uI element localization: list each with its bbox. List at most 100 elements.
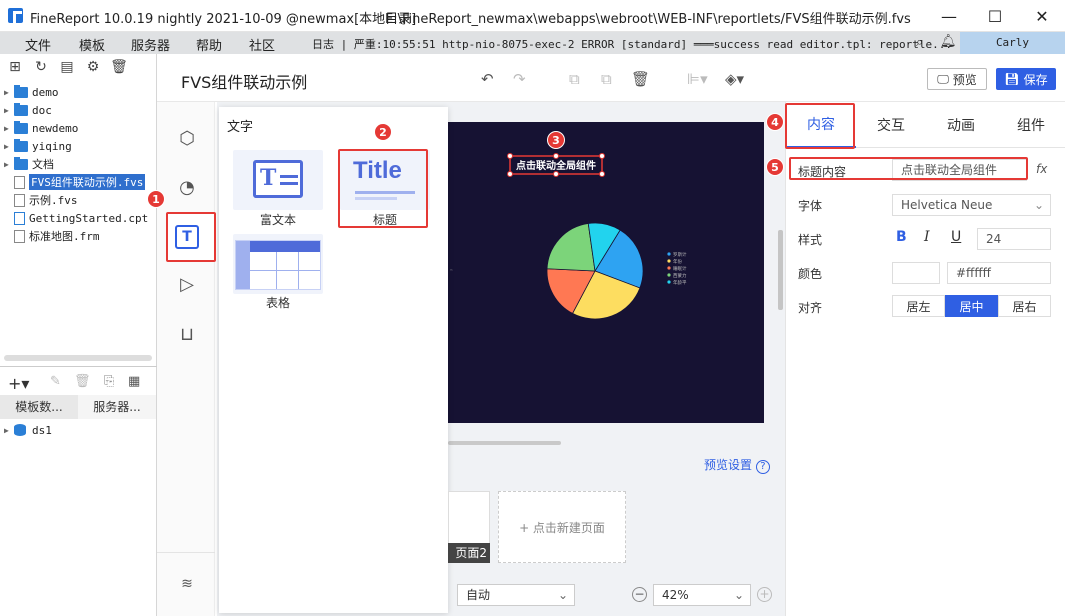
- tree-item-newdemo[interactable]: ▶ newdemo: [4, 119, 78, 137]
- color-hex-input[interactable]: #ffffff: [947, 262, 1051, 284]
- resize-handle[interactable]: [507, 171, 513, 177]
- page2-label[interactable]: 页面2: [448, 543, 490, 563]
- folder-icon: [14, 102, 28, 116]
- canvas-vertical-scrollbar[interactable]: [778, 230, 783, 310]
- user-name[interactable]: Carly: [960, 32, 1065, 54]
- media-icon[interactable]: ▷: [175, 272, 199, 296]
- dataset-icon[interactable]: ▦: [128, 374, 140, 389]
- layers-icon[interactable]: ≋: [175, 572, 199, 596]
- dashboard-canvas[interactable]: 点击联动全局组件 罗斯计 年份 睡眠计 西蒙力 年龄平 ᵐ: [448, 122, 764, 423]
- delete-component-icon[interactable]: 🗑︎: [631, 70, 650, 88]
- zoom-in-icon[interactable]: +: [757, 587, 772, 602]
- chart-pie-icon[interactable]: ◔: [175, 175, 199, 199]
- auto-select[interactable]: 自动 ⌄: [457, 584, 575, 606]
- menu-help[interactable]: 帮助: [196, 35, 222, 54]
- title-bar: FineReport 10.0.19 nightly 2021-10-09 @n…: [0, 0, 1065, 32]
- horizontal-scrollbar[interactable]: [4, 355, 152, 361]
- minimize-button[interactable]: —: [926, 0, 972, 32]
- expand-icon[interactable]: ▶: [4, 124, 14, 133]
- canvas-horizontal-scrollbar[interactable]: [448, 441, 561, 445]
- align-left-button[interactable]: 居左: [892, 295, 945, 317]
- resize-handle[interactable]: [553, 153, 559, 159]
- highlight-content-tab: [785, 103, 855, 149]
- expand-icon[interactable]: ▶: [4, 426, 14, 435]
- new-page-button[interactable]: + 点击新建页面: [498, 491, 626, 563]
- expand-icon[interactable]: ▶: [4, 160, 14, 169]
- legend-label: 西蒙力: [673, 272, 687, 279]
- tree-item-getting-started[interactable]: GettingStarted.cpt: [4, 209, 148, 227]
- preview-button[interactable]: 🖵︎ 预览: [927, 68, 987, 90]
- rich-text-card[interactable]: T: [233, 150, 323, 210]
- tree-item-doc[interactable]: ▶ doc: [4, 101, 52, 119]
- tree-item-docs[interactable]: ▶ 文档: [4, 155, 54, 173]
- canvas-title-text[interactable]: 点击联动全局组件: [516, 159, 596, 172]
- delete-icon[interactable]: 🗑︎: [110, 58, 128, 76]
- menu-server[interactable]: 服务器: [131, 35, 170, 54]
- expand-icon[interactable]: ▶: [4, 106, 14, 115]
- settings-icon[interactable]: ⚙: [84, 58, 102, 76]
- highlight-title-card: [338, 149, 428, 228]
- tab-template-data[interactable]: 模板数...: [0, 395, 78, 419]
- font-size-input[interactable]: 24: [977, 228, 1051, 250]
- preview-data-icon[interactable]: ⎘: [104, 374, 114, 389]
- new-folder-icon[interactable]: ⊞: [6, 58, 24, 76]
- refresh-icon[interactable]: ↻: [32, 58, 50, 76]
- expand-icon[interactable]: ▶: [4, 142, 14, 151]
- resize-handle[interactable]: [599, 171, 605, 177]
- tree-label: newdemo: [32, 121, 79, 135]
- tree-item-example-fvs[interactable]: 示例.fvs: [4, 191, 78, 209]
- close-button[interactable]: ✕: [1019, 0, 1065, 32]
- menu-template[interactable]: 模板: [79, 35, 105, 54]
- file-icon: [14, 193, 25, 207]
- italic-button[interactable]: I: [924, 229, 930, 245]
- color-swatch[interactable]: [892, 262, 940, 284]
- table-line: [250, 270, 320, 271]
- tab-interaction[interactable]: 交互: [856, 102, 926, 148]
- resize-handle[interactable]: [599, 153, 605, 159]
- layer-icon[interactable]: ◈▾: [725, 70, 744, 88]
- font-select[interactable]: Helvetica Neue ⌄: [892, 194, 1051, 216]
- style-label: 样式: [798, 233, 823, 247]
- open-file-icon[interactable]: ▤: [58, 58, 76, 76]
- legend-marker: [667, 259, 671, 263]
- log-message[interactable]: 日志 | 严重:10:55:51 http-nio-8075-exec-2 ER…: [312, 36, 952, 52]
- align-right-button[interactable]: 居右: [998, 295, 1051, 317]
- table-icon: [235, 240, 321, 290]
- cube-icon[interactable]: ⬡: [175, 126, 199, 150]
- undo-icon[interactable]: ↶: [481, 70, 494, 88]
- tab-animation[interactable]: 动画: [926, 102, 996, 148]
- zoom-select[interactable]: 42% ⌄: [653, 584, 751, 606]
- add-datasource-icon[interactable]: +▾: [8, 374, 29, 393]
- align-center-button[interactable]: 居中: [945, 295, 998, 317]
- annotation-5: 5: [766, 158, 784, 176]
- maximize-button[interactable]: ☐: [972, 0, 1018, 32]
- menu-bar: 文件 模板 服务器 帮助 社区 日志 | 严重:10:55:51 http-ni…: [0, 32, 1065, 54]
- preview-settings-link[interactable]: 预览设置 ?: [704, 456, 770, 474]
- save-button[interactable]: 💾︎ 保存: [996, 68, 1056, 90]
- zoom-out-icon[interactable]: −: [632, 587, 647, 602]
- menu-community[interactable]: 社区: [249, 35, 275, 54]
- table-card[interactable]: [233, 234, 323, 294]
- resize-handle[interactable]: [553, 171, 559, 177]
- inbox-icon[interactable]: ⊔: [175, 322, 199, 346]
- tree-item-yiqing[interactable]: ▶ yiqing: [4, 137, 72, 155]
- help-icon[interactable]: ?: [755, 460, 770, 474]
- tab-server-data[interactable]: 服务器...: [78, 395, 156, 419]
- tab-component[interactable]: 组件: [996, 102, 1065, 148]
- tree-item-fvs-linkage[interactable]: FVS组件联动示例.fvs: [4, 173, 146, 191]
- menu-file[interactable]: 文件: [25, 35, 51, 54]
- document-title[interactable]: FVS组件联动示例: [181, 69, 307, 93]
- pie-slice[interactable]: [546, 223, 596, 272]
- underline-button[interactable]: U: [951, 229, 961, 245]
- formula-button[interactable]: fx: [1036, 162, 1047, 176]
- pie-chart[interactable]: [546, 222, 644, 320]
- bold-button[interactable]: B: [896, 229, 907, 245]
- chevron-down-icon: ⌄: [557, 588, 568, 602]
- datasource-ds1[interactable]: ▶ ds1: [4, 421, 52, 439]
- tree-item-demo[interactable]: ▶ demo: [4, 83, 59, 101]
- search-icon[interactable]: ⌕: [916, 35, 923, 50]
- resize-handle[interactable]: [507, 153, 513, 159]
- bell-icon[interactable]: 🔔︎: [940, 34, 957, 49]
- expand-icon[interactable]: ▶: [4, 88, 14, 97]
- tree-item-standard-map[interactable]: 标准地图.frm: [4, 227, 100, 245]
